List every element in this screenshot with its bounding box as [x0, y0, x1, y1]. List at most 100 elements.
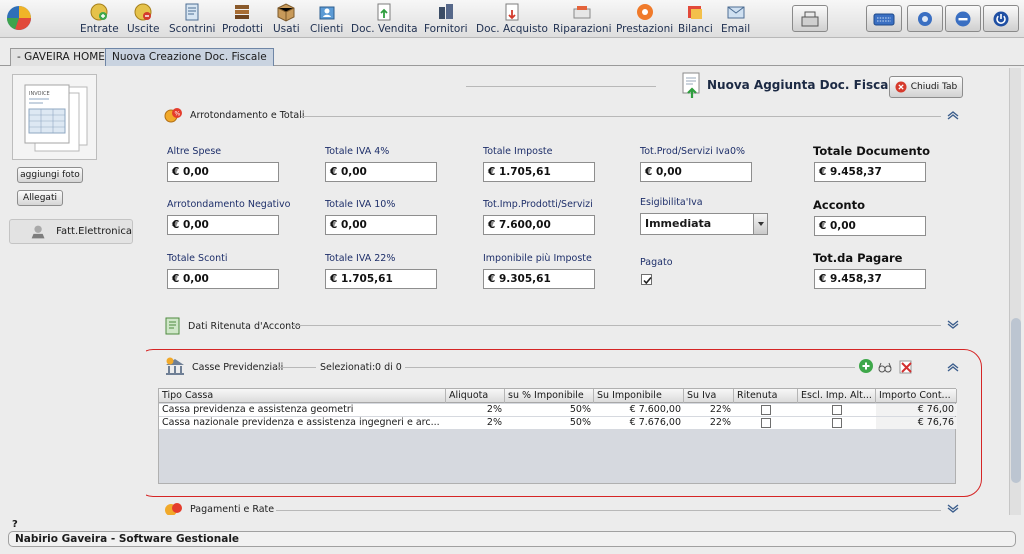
cash-register-button[interactable] [792, 5, 828, 32]
collapse-chevron-icon[interactable] [946, 110, 960, 120]
email-icon [727, 6, 745, 19]
toolbar-label: Doc. Acquisto [476, 23, 548, 35]
input-totale-sconti[interactable]: € 0,00 [167, 269, 279, 289]
table-row[interactable]: Cassa previdenza e assistenza geometri 2… [159, 404, 957, 416]
checkbox-ritenuta[interactable] [761, 405, 771, 415]
toolbar-email[interactable]: Email [721, 1, 750, 37]
input-totale-imposte[interactable]: € 1.705,61 [483, 162, 595, 182]
power-button[interactable] [983, 5, 1019, 32]
settings-button[interactable] [907, 5, 943, 32]
checkbox-escl-imp[interactable] [832, 418, 842, 428]
expand-chevron-icon[interactable] [946, 504, 960, 514]
col-ritenuta[interactable]: Ritenuta [734, 389, 798, 403]
divider [405, 367, 855, 368]
page-title: Nuova Aggiunta Doc. Fiscale [707, 78, 901, 92]
label-prod-iva0: Tot.Prod/Servizi Iva0% [640, 146, 746, 157]
input-iva22[interactable]: € 1.705,61 [325, 269, 437, 289]
delete-icon[interactable] [898, 359, 914, 375]
input-prod-iva0[interactable]: € 0,00 [640, 162, 752, 182]
dropdown-arrow-icon[interactable] [753, 214, 767, 234]
keyboard-button[interactable] [866, 5, 902, 32]
e-invoice-button[interactable]: Fatt.Elettronica [9, 219, 133, 244]
toolbar-prestazioni[interactable]: Prestazioni [616, 1, 673, 37]
col-su-percent-imponibile[interactable]: su % Imponibile [505, 389, 594, 403]
input-imp-prodotti[interactable]: € 7.600,00 [483, 215, 595, 235]
label-iva4: Totale IVA 4% [325, 146, 390, 157]
col-su-iva[interactable]: Su Iva [684, 389, 734, 403]
col-tipo-cassa[interactable]: Tipo Cassa [159, 389, 446, 403]
close-tab-button[interactable]: Chiudi Tab [889, 76, 963, 98]
toolbar-riparazioni[interactable]: Riparazioni [553, 1, 612, 37]
toolbar-usati[interactable]: Usati [273, 1, 300, 37]
toolbar-uscite[interactable]: Uscite [127, 1, 159, 37]
main-panel: Nuova Aggiunta Doc. Fiscale Chiudi Tab %… [146, 68, 1008, 515]
add-icon[interactable] [858, 358, 874, 374]
books-icon [235, 5, 250, 19]
box-icon [277, 3, 295, 22]
section-withholding-label: Dati Ritenuta d'Acconto [188, 320, 301, 332]
select-esigibilita-iva[interactable]: Immediata [640, 213, 768, 235]
input-acconto[interactable]: € 0,00 [814, 216, 926, 236]
toolbar-label: Entrate [80, 23, 119, 35]
checkbox-escl-imp[interactable] [832, 405, 842, 415]
section-pension-header[interactable]: Casse Previdenziali [164, 357, 283, 377]
cell-importo: € 76,00 [876, 404, 957, 416]
cash-register-icon [801, 11, 819, 26]
divider [276, 510, 941, 511]
section-payments-label: Pagamenti e Rate [190, 503, 275, 515]
section-withholding-header[interactable]: Dati Ritenuta d'Acconto [164, 316, 301, 336]
toolbar-clienti[interactable]: Clienti [310, 1, 343, 37]
vertical-scrollbar[interactable] [1009, 68, 1021, 515]
input-da-pagare[interactable]: € 9.458,37 [814, 269, 926, 289]
cell-tipo-cassa: Cassa nazionale previdenza e assistenza … [162, 417, 440, 428]
checkbox-ritenuta[interactable] [761, 418, 771, 428]
section-totals-header[interactable]: % Arrotondamento e Totali [164, 105, 305, 125]
divider [466, 86, 656, 87]
supplier-icon [438, 4, 453, 19]
bank-icon [166, 357, 184, 375]
input-iva4[interactable]: € 0,00 [325, 162, 437, 182]
cell-tipo-cassa: Cassa previdenza e assistenza geometri [162, 404, 354, 415]
input-arrotondamento-negativo[interactable]: € 0,00 [167, 215, 279, 235]
col-importo[interactable]: Importo Cont... [876, 389, 957, 403]
label-altre-spese: Altre Spese [167, 146, 222, 157]
input-altre-spese[interactable]: € 0,00 [167, 162, 279, 182]
toolbar-scontrini[interactable]: Scontrini [169, 1, 215, 37]
toolbar-doc-vendita[interactable]: Doc. Vendita [351, 1, 418, 37]
expand-chevron-icon[interactable] [946, 320, 960, 330]
table-row[interactable]: Cassa nazionale previdenza e assistenza … [159, 417, 957, 429]
toolbar-label: Prestazioni [616, 23, 674, 35]
cell-aliquota: 2% [486, 417, 502, 428]
app-logo-icon[interactable] [6, 5, 32, 31]
document-thumbnail: INVOICE [12, 74, 97, 160]
attachments-button[interactable]: Allegati [17, 190, 63, 206]
view-icon[interactable] [877, 359, 893, 375]
toolbar-bilanci[interactable]: Bilanci [678, 1, 713, 37]
scrollbar-thumb[interactable] [1011, 318, 1021, 483]
help-mark[interactable]: ? [12, 519, 18, 530]
repair-icon [573, 6, 591, 19]
section-payments-header[interactable]: Pagamenti e Rate [164, 499, 274, 515]
label-da-pagare: Tot.da Pagare [813, 251, 903, 265]
power-icon [993, 11, 1009, 26]
col-su-imponibile[interactable]: Su Imponibile [594, 389, 684, 403]
toolbar-doc-acquisto[interactable]: Doc. Acquisto [476, 1, 548, 37]
selected-label: Selezionati: [320, 362, 376, 373]
settings-icon [918, 11, 932, 26]
tab-nuova-creazione[interactable]: Nuova Creazione Doc. Fiscale [105, 48, 274, 66]
input-totale-documento[interactable]: € 9.458,37 [814, 162, 926, 182]
section-pension-label: Casse Previdenziali [192, 361, 284, 373]
toolbar-prodotti[interactable]: Prodotti [222, 1, 263, 37]
checkbox-pagato[interactable] [641, 274, 652, 285]
add-photo-button[interactable]: aggiungi foto [17, 167, 83, 183]
col-escl-imp[interactable]: Escl. Imp. Alt... [798, 389, 876, 403]
toolbar-fornitori[interactable]: Fornitori [424, 1, 468, 37]
minimize-button[interactable] [945, 5, 981, 32]
tab-gaveira-home[interactable]: - GAVEIRA HOME - [10, 48, 120, 66]
toolbar-entrate[interactable]: Entrate [80, 1, 119, 37]
collapse-chevron-icon[interactable] [946, 362, 960, 372]
input-iva10[interactable]: € 0,00 [325, 215, 437, 235]
input-imponibile-imposte[interactable]: € 9.305,61 [483, 269, 595, 289]
col-aliquota[interactable]: Aliquota [446, 389, 505, 403]
e-invoice-icon [31, 225, 45, 238]
